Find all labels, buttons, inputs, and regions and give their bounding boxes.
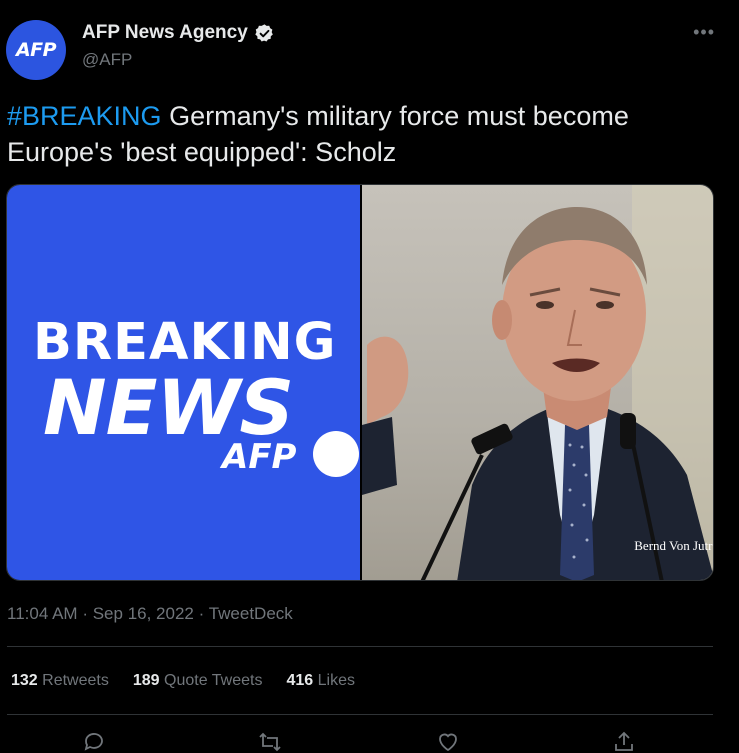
likes-stat[interactable]: 416 Likes: [286, 672, 355, 690]
hashtag-link[interactable]: #BREAKING: [7, 101, 162, 131]
quote-tweets-label: Quote Tweets: [164, 672, 263, 689]
scholz-illustration: [362, 185, 713, 580]
share-button[interactable]: [612, 730, 640, 753]
share-icon: [615, 731, 633, 751]
quote-tweets-stat[interactable]: 189 Quote Tweets: [133, 672, 263, 690]
more-options-icon[interactable]: •••: [693, 22, 715, 43]
photo-credit: Bernd Von Jutro: [634, 538, 713, 553]
tweet-text: #BREAKING Germany's military force must …: [7, 98, 727, 170]
meta-separator: ·: [82, 604, 88, 623]
likes-count: 416: [286, 672, 314, 689]
tweet-source[interactable]: TweetDeck: [209, 604, 293, 623]
engagement-stats: 132 Retweets 189 Quote Tweets 416 Likes: [11, 672, 355, 690]
handle[interactable]: @AFP: [82, 50, 132, 70]
likes-label: Likes: [317, 672, 355, 689]
like-icon: [439, 733, 457, 752]
avatar-logo-text: AFP: [15, 39, 57, 61]
quote-tweets-count: 189: [132, 672, 160, 689]
tweet-date[interactable]: Sep 16, 2022: [93, 604, 194, 623]
retweet-icon: [259, 732, 281, 752]
reply-button[interactable]: [82, 730, 110, 753]
tweet-meta: 11:04 AM · Sep 16, 2022 · TweetDeck: [7, 604, 293, 624]
divider: [7, 646, 713, 647]
tweet-media[interactable]: BREAKING NEWS AFP Bernd Von Jutro: [6, 184, 714, 581]
avatar[interactable]: AFP: [6, 20, 66, 80]
afp-logo: AFP: [222, 437, 297, 477]
scholz-photo[interactable]: Bernd Von Jutro: [362, 185, 713, 580]
divider: [7, 714, 713, 715]
tweet: AFP AFP News Agency @AFP ••• #BREAKING G…: [0, 0, 739, 753]
author-name-row: AFP News Agency: [82, 22, 275, 44]
like-button[interactable]: [436, 730, 464, 753]
display-name[interactable]: AFP News Agency: [82, 22, 248, 44]
retweets-label: Retweets: [42, 672, 109, 689]
retweets-count: 132: [11, 672, 38, 689]
meta-separator: ·: [198, 604, 205, 623]
retweets-stat[interactable]: 132 Retweets: [11, 672, 109, 690]
retweet-button[interactable]: [258, 730, 286, 753]
reply-icon: [84, 733, 103, 751]
breaking-news-image[interactable]: BREAKING NEWS AFP: [7, 185, 360, 580]
verified-badge-icon: [255, 23, 273, 42]
action-bar: [0, 726, 739, 753]
afp-logo-dot: [313, 431, 359, 477]
tweet-time[interactable]: 11:04 AM: [7, 604, 78, 623]
